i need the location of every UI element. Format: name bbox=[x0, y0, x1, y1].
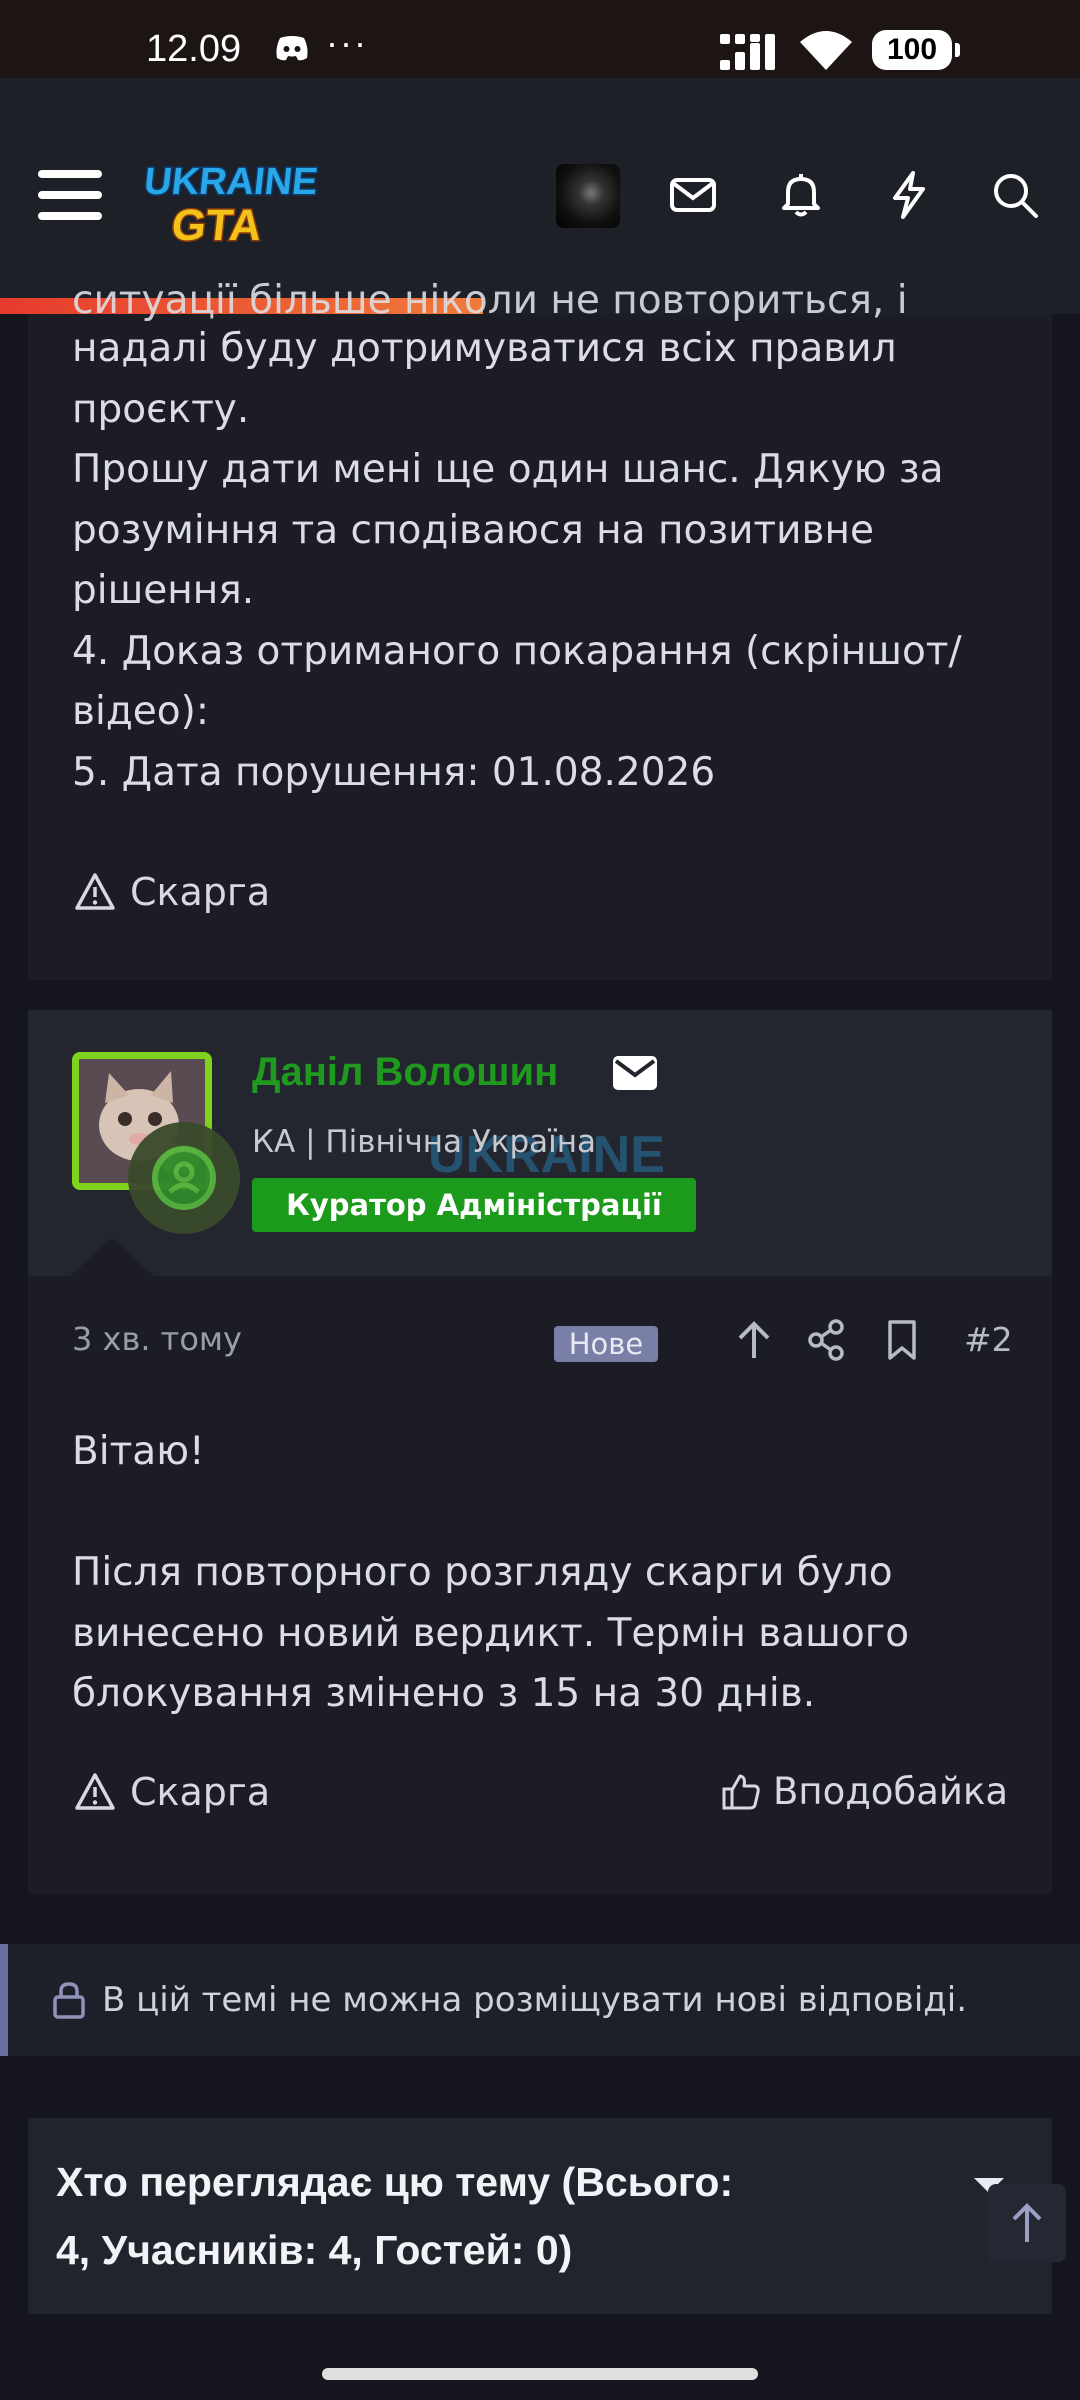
thread-locked-notice: В цій темі не можна розміщувати нові від… bbox=[0, 1944, 1080, 2056]
new-badge: Нове bbox=[554, 1326, 658, 1362]
post-2: 3 хв. тому Нове #2 Вітаю! Після повторно… bbox=[28, 1276, 1052, 1894]
online-status-badge bbox=[128, 1122, 240, 1234]
battery-icon: 100 bbox=[872, 30, 960, 70]
viewers-title-line: Хто переглядає цю тему (Всього: bbox=[56, 2159, 734, 2205]
svg-text:UKRAINE: UKRAINE bbox=[144, 161, 320, 203]
post-2-header: UKRAINE GTA Даніл Волошин КА | Північна … bbox=[28, 1010, 1052, 1276]
post-1-line: 4. Доказ отриманого покарання (скріншот/ bbox=[72, 628, 962, 674]
gesture-bar[interactable] bbox=[322, 2368, 758, 2380]
post-1-line: відео): bbox=[72, 689, 209, 734]
thread-viewers-block[interactable]: Хто переглядає цю тему (Всього: 4, Учасн… bbox=[28, 2118, 1052, 2314]
like-label: Вподобайка bbox=[773, 1770, 1008, 1813]
report-label: Скарга bbox=[130, 1770, 271, 1814]
thumbs-up-icon bbox=[722, 1774, 760, 1809]
report-button[interactable]: Скарга bbox=[74, 1770, 270, 1814]
post-arrow bbox=[70, 1238, 154, 1276]
lightning-icon[interactable] bbox=[884, 170, 934, 220]
warning-icon bbox=[75, 873, 115, 910]
wifi-icon bbox=[800, 31, 852, 70]
post-2-line: Після повторного розгляду скарги було bbox=[72, 1550, 893, 1595]
username[interactable]: Даніл Волошин bbox=[252, 1050, 558, 1095]
post-2-line bbox=[72, 1483, 984, 1544]
user-online-icon bbox=[168, 1161, 200, 1194]
bookmark-icon[interactable] bbox=[882, 1318, 922, 1362]
viewers-title-line: 4, Учасників: 4, Гостей: 0) bbox=[56, 2227, 573, 2273]
inbox-icon[interactable] bbox=[668, 170, 718, 220]
warning-icon bbox=[75, 1773, 115, 1810]
status-bar: 12.09 ··· 100 bbox=[0, 0, 1080, 78]
post-number[interactable]: #2 bbox=[964, 1320, 1013, 1359]
discord-icon bbox=[276, 36, 308, 61]
post-1-line: розуміння та сподіваюся на позитивне bbox=[72, 507, 874, 553]
post-time[interactable]: 3 хв. тому bbox=[72, 1320, 242, 1358]
locked-notice-text: В цій темі не можна розміщувати нові від… bbox=[102, 1980, 968, 2020]
svg-text:GTA: GTA bbox=[169, 201, 264, 250]
menu-icon[interactable] bbox=[38, 170, 102, 222]
site-logo[interactable]: UKRAINE GTA bbox=[144, 148, 324, 258]
scroll-to-top-button[interactable] bbox=[988, 2184, 1066, 2262]
post-1-line: проєкту. bbox=[72, 386, 250, 432]
like-button[interactable]: Вподобайка bbox=[721, 1770, 1008, 1813]
report-button[interactable]: Скарга bbox=[74, 870, 270, 914]
post-2-body: Вітаю! Після повторного розгляду скарги … bbox=[28, 1422, 1028, 1725]
arrow-up-icon[interactable] bbox=[734, 1318, 774, 1362]
lock-icon bbox=[53, 1982, 85, 2019]
report-label: Скарга bbox=[130, 870, 271, 914]
user-title: КА | Північна Україна bbox=[252, 1124, 597, 1160]
mail-icon[interactable] bbox=[613, 1056, 657, 1090]
status-time: 12.09 bbox=[146, 28, 242, 70]
status-overflow: ··· bbox=[326, 22, 368, 63]
search-icon[interactable] bbox=[990, 170, 1040, 220]
post-1-clipped-line: ситуації більше ніколи не повториться, і bbox=[72, 278, 908, 323]
post-1-line: 5. Дата порушення: 01.08.2026 bbox=[72, 749, 716, 795]
post-2-line: Вітаю! bbox=[72, 1429, 205, 1474]
arrow-up-icon bbox=[1012, 2203, 1042, 2242]
post-2-line: винесено новий вердикт. Термін вашого bbox=[72, 1610, 910, 1656]
bell-icon[interactable] bbox=[776, 170, 826, 220]
viewers-title: Хто переглядає цю тему (Всього: 4, Учасн… bbox=[56, 2148, 956, 2284]
role-badge: Куратор Адміністрації bbox=[252, 1178, 696, 1232]
post-2-line: блокування змінено з 15 на 30 днів. bbox=[72, 1671, 816, 1716]
bottom-area bbox=[0, 2314, 1080, 2400]
post-1-line: Прошу дати мені ще один шанс. Дякую за bbox=[72, 447, 944, 492]
post-1: ситуації більше ніколи не повториться, і… bbox=[28, 278, 1052, 980]
post-1-body: надалі буду дотримуватися всіх правил пр… bbox=[28, 319, 1028, 803]
battery-level: 100 bbox=[886, 33, 938, 66]
post-1-line: надалі буду дотримуватися всіх правил bbox=[72, 326, 897, 371]
post-1-line: рішення. bbox=[72, 568, 255, 613]
signal-icon bbox=[720, 34, 775, 70]
avatar[interactable] bbox=[556, 164, 620, 228]
share-icon[interactable] bbox=[806, 1318, 846, 1362]
